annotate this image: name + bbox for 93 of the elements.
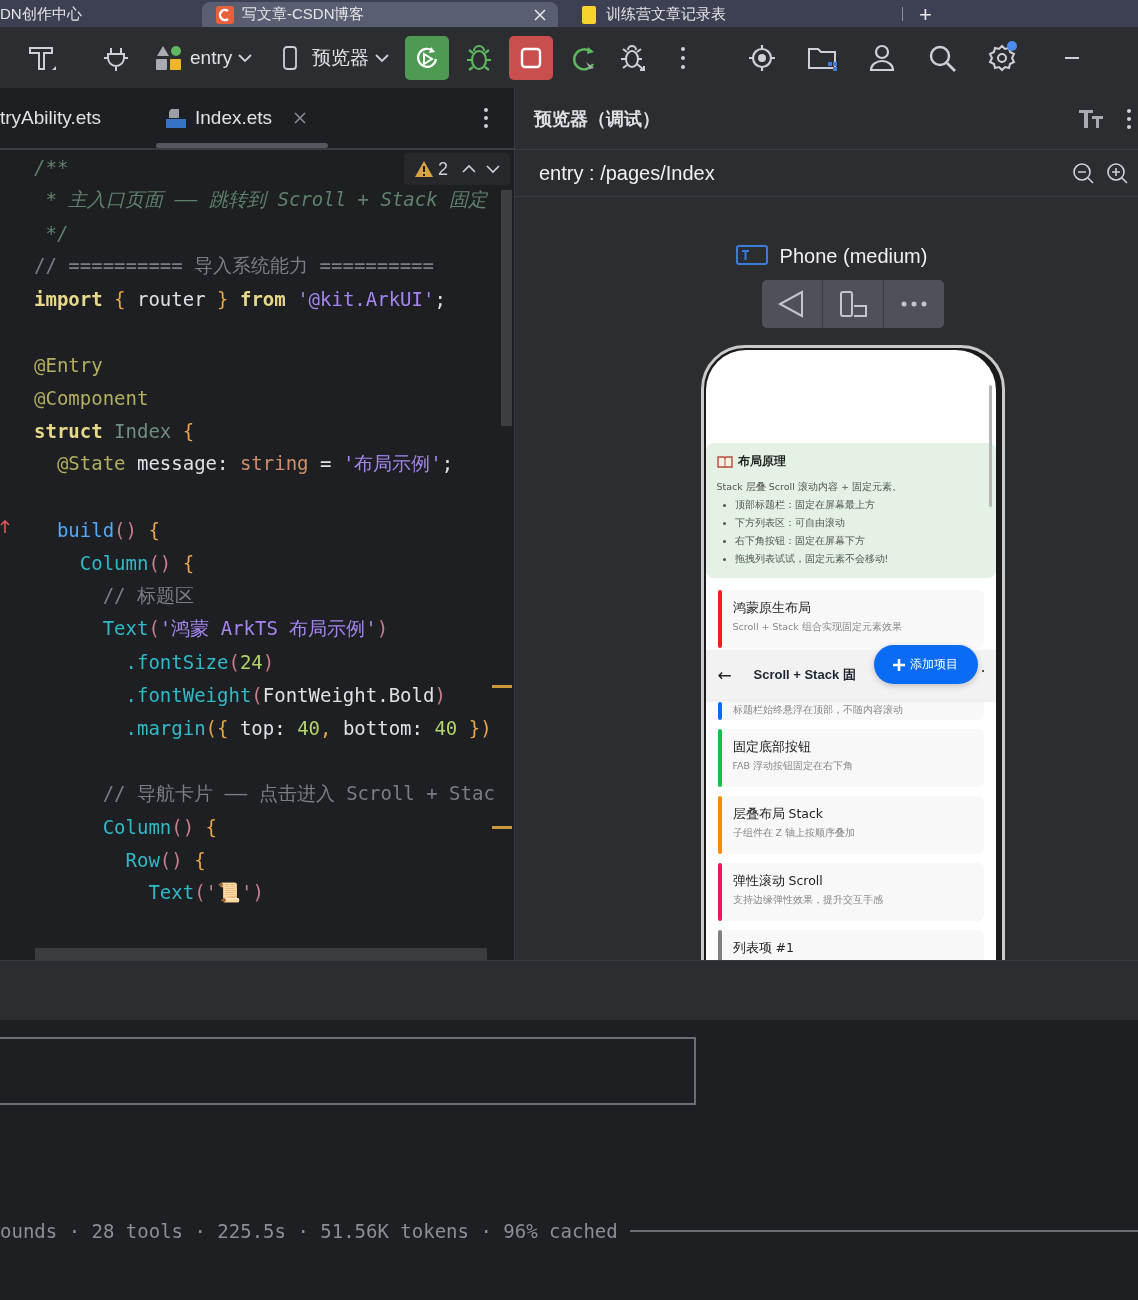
rotate-button[interactable] — [822, 280, 883, 328]
phone-icon — [282, 45, 299, 70]
list-card[interactable]: 层叠布局 Stack 子组件在 Z 轴上按顺序叠加 — [717, 796, 984, 854]
code-line: .fontWeight(FontWeight.Bold) — [124, 683, 446, 706]
bullet-dot — [722, 539, 726, 543]
browser-tab[interactable]: 训练营文章记录表 — [558, 2, 902, 27]
chevron-down-icon[interactable] — [486, 164, 500, 174]
info-text: 拖拽列表试试，固定元素不会移动! — [734, 552, 889, 566]
browser-tab[interactable]: 写文章-CSDN博客 — [202, 2, 558, 27]
bullet-dot — [722, 521, 726, 525]
list-card[interactable]: 列表项 #1 — [717, 930, 984, 960]
chevron-down-icon — [375, 52, 390, 63]
more-dots[interactable]: · — [980, 662, 986, 681]
info-text: 右下角按钮：固定在屏幕下方 — [734, 534, 865, 548]
info-text: 下方列表区：可自由滚动 — [734, 516, 845, 530]
code-line: */ — [44, 221, 69, 244]
device-name: Phone (medium) — [779, 244, 928, 268]
browser-tab[interactable]: DN创作中心 — [0, 2, 202, 27]
list-card[interactable]: 弹性滚动 Scroll 支持边缘弹性效果，提升交互手感 — [717, 863, 984, 921]
code-line: build() { — [55, 518, 160, 541]
code-line: Row() { — [124, 848, 206, 871]
add-item-button[interactable]: 添加项目 — [873, 645, 978, 684]
card-title: 列表项 #1 — [732, 940, 795, 957]
warning-icon — [414, 160, 434, 178]
card-title: 层叠布局 Stack — [732, 806, 825, 823]
chevron-down-icon — [238, 52, 253, 63]
new-tab-button[interactable]: + — [919, 2, 932, 27]
card-subtitle: Scroll + Stack 组合实现固定元素效果 — [732, 621, 903, 634]
status-line: ounds · 28 tools · 225.5s · 51.56K tokens · 96% cached — [0, 1220, 618, 1242]
card-subtitle: 支持边缘弹性效果，提升交互手感 — [732, 894, 884, 907]
zoom-in-icon[interactable] — [1106, 162, 1128, 184]
info-text: Stack 层叠 Scroll 滚动内容 + 固定元素。 — [716, 480, 902, 494]
c-logo-icon — [216, 5, 234, 24]
list-card[interactable]: 鸿蒙原生布局 Scroll + Stack 组合实现固定元素效果 — [717, 590, 984, 648]
header-title: Scroll + Stack 固 — [753, 666, 856, 684]
card-title: 固定底部按钮 — [732, 739, 812, 756]
code-line: Text('📜') — [147, 881, 264, 904]
code-line: @State message: string = '布局示例'; — [55, 450, 454, 476]
book-icon — [716, 455, 733, 468]
card-title: 布局原理 — [737, 453, 786, 470]
tab-scrollbar[interactable] — [156, 143, 328, 148]
back-button[interactable] — [761, 280, 822, 328]
device-icon — [735, 245, 768, 267]
code-line: /** — [34, 155, 69, 178]
code-line: // ========== 导入系统能力 ========== — [34, 252, 434, 278]
back-arrow[interactable]: ← — [717, 665, 754, 685]
card-title: 弹性滚动 Scroll — [732, 873, 824, 890]
card-subtitle: 子组件在 Z 轴上按顺序叠加 — [732, 827, 857, 840]
ets-file-icon — [165, 107, 187, 129]
card-subtitle: FAB 浮动按钮固定在右下角 — [732, 760, 855, 773]
text-size-icon[interactable] — [1078, 107, 1104, 130]
card-title: 鸿蒙原生布局 — [732, 600, 812, 617]
editor-tab[interactable]: Index.ets — [165, 107, 307, 129]
inspection-widget[interactable]: 2 — [404, 153, 510, 185]
stop-button[interactable] — [509, 35, 554, 80]
warning-marker[interactable] — [492, 685, 512, 688]
card-subtitle: 标题栏始终悬浮在顶部，不随内容滚动 — [732, 704, 904, 717]
module-selector[interactable]: entry — [154, 42, 253, 73]
warning-marker[interactable] — [492, 826, 512, 829]
code-line: .fontSize(24) — [124, 650, 275, 673]
code-line: Column() { — [78, 551, 195, 574]
plus-icon — [893, 658, 905, 671]
override-arrow-icon[interactable] — [0, 519, 10, 535]
list-card[interactable]: 标题栏始终悬浮在顶部，不随内容滚动 — [717, 702, 984, 720]
more-vertical-icon[interactable] — [482, 106, 490, 130]
code-line: * 主入口页面 —— 跳转到 Scroll + Stack 固定 — [44, 186, 488, 212]
bullet-dot — [722, 503, 726, 507]
horizontal-scrollbar[interactable] — [35, 948, 487, 960]
bullet-dot — [722, 557, 726, 561]
zoom-out-icon[interactable] — [1072, 162, 1094, 184]
code-line: Text('鸿蒙 ArkTS 布局示例') — [101, 615, 389, 641]
document-icon — [580, 5, 598, 24]
code-line: Column() { — [101, 815, 218, 838]
scrollbar-thumb[interactable] — [501, 190, 512, 426]
panel-title: 预览器（调试） — [534, 107, 660, 131]
more-button[interactable] — [883, 280, 944, 328]
code-line: import { router } from '@kit.ArkUI'; — [34, 287, 446, 310]
chevron-up-icon[interactable] — [462, 164, 476, 174]
device-selector[interactable]: 预览器 — [282, 44, 390, 71]
code-line: .margin({ top: 40, bottom: 40 }) — [124, 716, 492, 739]
code-line: @Entry — [34, 353, 103, 376]
scrollbar-thumb[interactable] — [988, 385, 992, 507]
code-line: // 标题区 — [101, 582, 194, 608]
info-text: 顶部标题栏：固定在屏幕最上方 — [734, 498, 875, 512]
list-card[interactable]: 固定底部按钮 FAB 浮动按钮固定在右下角 — [717, 729, 984, 787]
code-line: // 导航卡片 —— 点击进入 Scroll + Stac — [101, 780, 495, 806]
reload-run-button[interactable] — [405, 35, 450, 80]
close-icon[interactable] — [294, 112, 307, 124]
page-path: entry : /pages/Index — [539, 161, 715, 185]
code-line: @Component — [34, 386, 149, 409]
editor-tab[interactable]: tryAbility.ets — [0, 107, 101, 129]
code-line: struct Index { — [34, 419, 195, 442]
more-vertical-icon[interactable] — [1126, 107, 1132, 130]
